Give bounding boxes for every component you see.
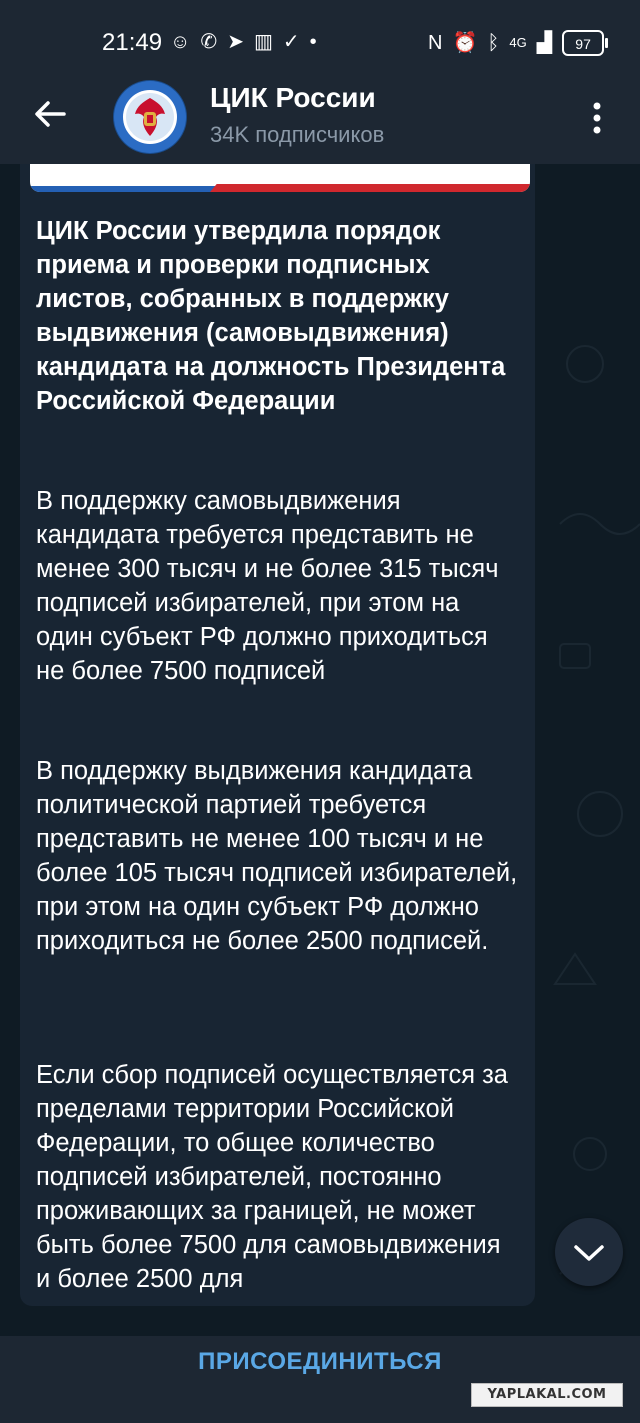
battery-icon: 97	[562, 30, 609, 56]
channel-avatar[interactable]	[113, 80, 187, 154]
telegram-icon: ➤	[227, 31, 244, 53]
bluetooth-icon: ᛒ	[487, 32, 500, 54]
notification-icons: ☺ ✆ ➤ ▥ ✓ •	[170, 30, 317, 54]
nfc-icon: N	[428, 32, 443, 54]
alarm-icon: ⏰	[452, 32, 478, 54]
message-image[interactable]	[30, 164, 530, 192]
message-paragraph: В поддержку самовыдвижения кандидата тре…	[36, 487, 499, 685]
flag-stripe-red	[210, 184, 530, 192]
chevron-down-icon	[574, 1245, 604, 1261]
signal-bars-icon: ▟	[536, 32, 553, 54]
message-paragraph: В поддержку выдвижения кандидата политич…	[36, 757, 518, 955]
join-label: ПРИСОЕДИНИТЬСЯ	[198, 1348, 442, 1375]
arrow-left-icon[interactable]	[30, 94, 70, 134]
books-icon: ▥	[253, 31, 273, 53]
chat-header: ЦИК России 34K подписчиков	[0, 80, 640, 164]
battery-level: 97	[575, 36, 591, 52]
channel-title: ЦИК России	[210, 82, 376, 113]
emoji-icon: ☺	[170, 31, 191, 53]
cik-emblem-icon	[114, 81, 186, 153]
check-circle-icon: ✓	[282, 31, 300, 53]
whatsapp-icon: ✆	[200, 31, 218, 53]
more-vertical-icon[interactable]	[584, 98, 610, 138]
status-time: 21:49	[102, 29, 163, 56]
system-icons: N ⏰ ᛒ 4G ▟ 97	[428, 30, 609, 56]
message-bubble[interactable]: ЦИК России утвердила порядок приема и пр…	[20, 164, 535, 1306]
watermark: YAPLAKAL.COM	[471, 1383, 623, 1407]
signal-icon: 4G	[509, 35, 527, 50]
message-title: ЦИК России утвердила порядок приема и пр…	[36, 217, 506, 415]
message-paragraph: Если сбор подписей осуществляется за пре…	[36, 1061, 508, 1293]
chat-area[interactable]: ЦИК России утвердила порядок приема и пр…	[0, 164, 640, 1336]
subscriber-count: 34K подписчиков	[210, 122, 385, 147]
dot-icon: •	[309, 31, 317, 53]
status-bar: 21:49 ☺ ✆ ➤ ▥ ✓ • N ⏰ ᛒ 4G ▟ 97	[0, 0, 640, 86]
scroll-down-button[interactable]	[555, 1218, 623, 1286]
bottom-bar: ПРИСОЕДИНИТЬСЯ	[0, 1336, 640, 1423]
join-button[interactable]: ПРИСОЕДИНИТЬСЯ	[0, 1348, 640, 1378]
